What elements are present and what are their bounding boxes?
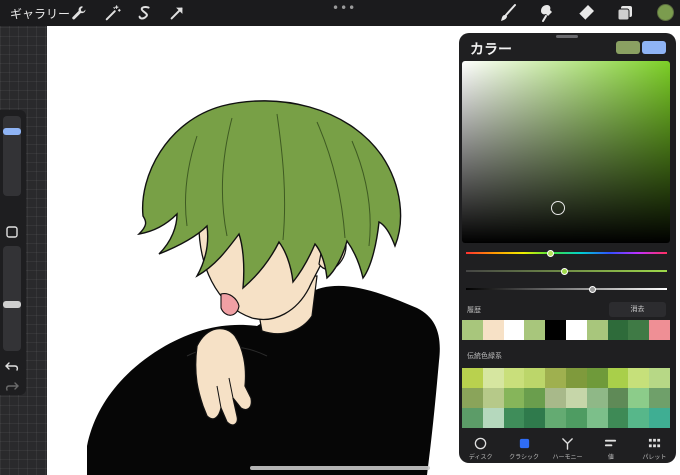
history-label: 履歴 xyxy=(467,306,481,314)
history-swatch[interactable] xyxy=(607,320,629,340)
brush-size-thumb[interactable] xyxy=(3,128,21,135)
palette-swatch[interactable] xyxy=(524,368,546,388)
panel-grabber[interactable] xyxy=(556,35,578,38)
opacity-slider[interactable] xyxy=(3,246,21,351)
palette-swatch[interactable] xyxy=(545,368,566,388)
tab-label: クラシック xyxy=(509,454,540,461)
history-swatch[interactable] xyxy=(628,320,650,340)
tab-label: パレット xyxy=(642,454,667,461)
palette-swatch[interactable] xyxy=(586,368,608,388)
palette-swatch[interactable] xyxy=(607,408,629,428)
hue-slider-knob[interactable] xyxy=(546,249,554,257)
history-swatch[interactable] xyxy=(482,320,504,340)
tab-harmony[interactable]: ハーモニー xyxy=(546,431,589,463)
history-swatches xyxy=(462,320,670,340)
color-mode-tabs: ディスク クラシック ハーモニー 値 パレット xyxy=(459,431,676,463)
classic-square-icon xyxy=(518,435,531,449)
wrench-icon[interactable] xyxy=(70,4,88,22)
saturation-slider-knob[interactable] xyxy=(560,267,568,275)
saturation-slider[interactable] xyxy=(466,267,667,275)
palette-swatch[interactable] xyxy=(503,408,525,428)
palette-swatch[interactable] xyxy=(607,368,629,388)
palette-swatch[interactable] xyxy=(524,388,546,408)
palette-grid xyxy=(462,368,670,428)
tab-label: ハーモニー xyxy=(552,454,583,461)
value-bars-icon xyxy=(604,435,617,448)
palette-swatch[interactable] xyxy=(462,388,483,408)
tab-value-bars[interactable]: 値 xyxy=(589,431,632,463)
palette-swatch[interactable] xyxy=(649,388,670,408)
brush-size-slider[interactable] xyxy=(3,116,21,196)
home-indicator xyxy=(250,466,430,470)
palette-swatch[interactable] xyxy=(565,388,587,408)
palette-name: 伝統色緑系 xyxy=(467,352,502,360)
brightness-slider[interactable] xyxy=(466,285,667,293)
palette-swatch[interactable] xyxy=(649,368,670,388)
palette-swatch[interactable] xyxy=(545,408,566,428)
eraser-icon[interactable] xyxy=(576,3,596,23)
tab-palette-grid[interactable]: パレット xyxy=(633,431,676,463)
history-swatch[interactable] xyxy=(462,320,483,340)
panel-title: カラー xyxy=(470,42,512,58)
clear-history-button[interactable]: 消去 xyxy=(609,302,666,317)
primary-color-swatch[interactable] xyxy=(616,41,640,54)
tab-classic-square[interactable]: クラシック xyxy=(502,431,545,463)
palette-swatch[interactable] xyxy=(503,388,525,408)
brightness-slider-knob[interactable] xyxy=(589,285,597,293)
color-panel: カラー 履歴 消去 伝統色緑系 ディスク クラシック ハーモニー 値 パレット xyxy=(459,33,676,463)
palette-swatch[interactable] xyxy=(628,368,650,388)
disc-icon xyxy=(474,435,487,450)
square-modify-icon[interactable] xyxy=(5,224,19,238)
opacity-thumb[interactable] xyxy=(3,300,21,308)
procreate-screen: ギャラリー ••• カラー 履歴 消去 伝統色緑系 ディスク クラシック ハーモ… xyxy=(0,0,680,475)
palette-swatch[interactable] xyxy=(586,388,608,408)
history-swatch[interactable] xyxy=(503,320,525,340)
palette-grid-icon xyxy=(648,435,661,448)
palette-swatch[interactable] xyxy=(586,408,608,428)
left-sidebar xyxy=(0,110,26,395)
magic-wand-icon[interactable] xyxy=(104,4,122,22)
harmony-icon xyxy=(561,435,574,450)
palette-swatch[interactable] xyxy=(628,408,650,428)
layers-icon[interactable] xyxy=(615,3,635,23)
palette-swatch[interactable] xyxy=(462,368,483,388)
history-swatch[interactable] xyxy=(545,320,566,340)
history-swatch[interactable] xyxy=(524,320,546,340)
history-swatch[interactable] xyxy=(565,320,587,340)
undo-icon[interactable] xyxy=(5,358,19,372)
palette-swatch[interactable] xyxy=(482,408,504,428)
tab-label: ディスク xyxy=(468,454,493,461)
selection-icon[interactable] xyxy=(136,4,154,22)
gallery-button[interactable]: ギャラリー xyxy=(10,5,70,22)
brush-icon[interactable] xyxy=(498,3,518,23)
palette-swatch[interactable] xyxy=(524,408,546,428)
tab-label: 値 xyxy=(607,454,614,461)
secondary-color-swatch[interactable] xyxy=(642,41,666,54)
history-swatch[interactable] xyxy=(649,320,670,340)
transform-arrow-icon[interactable] xyxy=(168,4,186,22)
tab-disc[interactable]: ディスク xyxy=(459,431,502,463)
top-toolbar: ギャラリー ••• xyxy=(0,0,680,26)
smudge-icon[interactable] xyxy=(537,3,557,23)
palette-swatch[interactable] xyxy=(482,388,504,408)
redo-icon[interactable] xyxy=(5,378,19,392)
color-picker-square[interactable] xyxy=(462,61,670,243)
palette-swatch[interactable] xyxy=(503,368,525,388)
palette-swatch[interactable] xyxy=(607,388,629,408)
palette-swatch[interactable] xyxy=(462,408,483,428)
palette-swatch[interactable] xyxy=(565,368,587,388)
palette-swatch[interactable] xyxy=(545,388,566,408)
more-dots[interactable]: ••• xyxy=(332,1,356,15)
picker-knob[interactable] xyxy=(550,201,565,216)
palette-swatch[interactable] xyxy=(565,408,587,428)
history-swatch[interactable] xyxy=(586,320,608,340)
hue-slider[interactable] xyxy=(466,249,667,257)
current-color-button[interactable] xyxy=(657,4,674,21)
palette-swatch[interactable] xyxy=(482,368,504,388)
palette-swatch[interactable] xyxy=(628,388,650,408)
palette-swatch[interactable] xyxy=(649,408,670,428)
